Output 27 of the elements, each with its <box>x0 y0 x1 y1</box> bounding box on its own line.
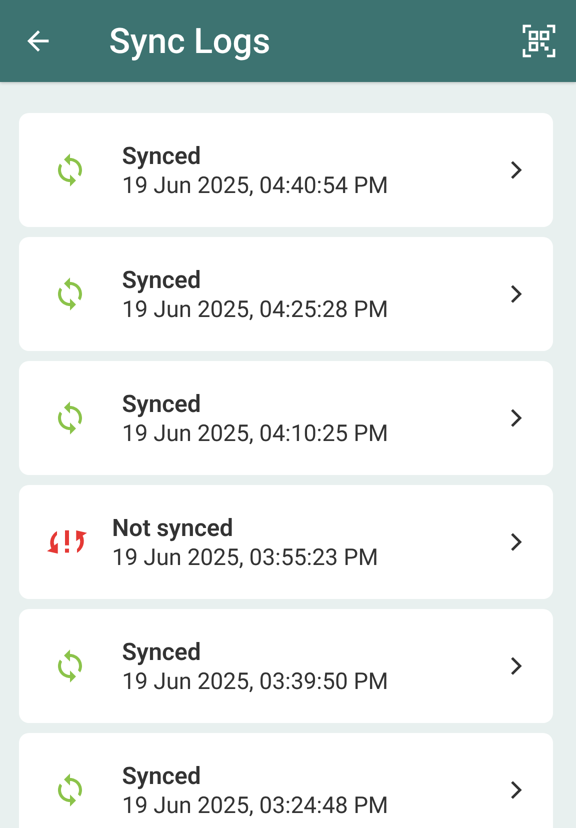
page-title: Sync Logs <box>109 20 272 62</box>
chevron-right-icon <box>509 160 523 180</box>
sync-log-item[interactable]: Synced 19 Jun 2025, 04:40:54 PM <box>19 113 553 227</box>
sync-timestamp: 19 Jun 2025, 04:25:28 PM <box>122 296 388 322</box>
sync-status: Synced <box>122 390 201 418</box>
sync-timestamp: 19 Jun 2025, 03:39:50 PM <box>122 668 388 694</box>
sync-status: Not synced <box>112 514 234 542</box>
sync-status: Synced <box>122 762 201 790</box>
sync-log-item[interactable]: Synced 19 Jun 2025, 03:39:50 PM <box>19 609 553 723</box>
sync-status: Synced <box>122 638 201 666</box>
sync-log-item[interactable]: Synced 19 Jun 2025, 04:25:28 PM <box>19 237 553 351</box>
sync-timestamp: 19 Jun 2025, 04:40:54 PM <box>122 172 388 198</box>
sync-timestamp: 19 Jun 2025, 03:24:48 PM <box>122 792 388 818</box>
sync-log-item[interactable]: Synced 19 Jun 2025, 04:10:25 PM <box>19 361 553 475</box>
sync-timestamp: 19 Jun 2025, 04:10:25 PM <box>122 420 388 446</box>
sync-status: Synced <box>122 266 201 294</box>
chevron-right-icon <box>509 780 523 800</box>
chevron-right-icon <box>509 284 523 304</box>
sync-log-item[interactable]: Not synced 19 Jun 2025, 03:55:23 PM <box>19 485 553 599</box>
qr-scan-icon <box>522 24 556 58</box>
qr-scan-button[interactable] <box>522 24 556 58</box>
sync-status: Synced <box>122 142 201 170</box>
chevron-right-icon <box>509 408 523 428</box>
sync-log-item[interactable]: Synced 19 Jun 2025, 03:24:48 PM <box>19 733 553 828</box>
chevron-right-icon <box>509 656 523 676</box>
chevron-right-icon <box>509 532 523 552</box>
sync-timestamp: 19 Jun 2025, 03:55:23 PM <box>112 544 378 570</box>
